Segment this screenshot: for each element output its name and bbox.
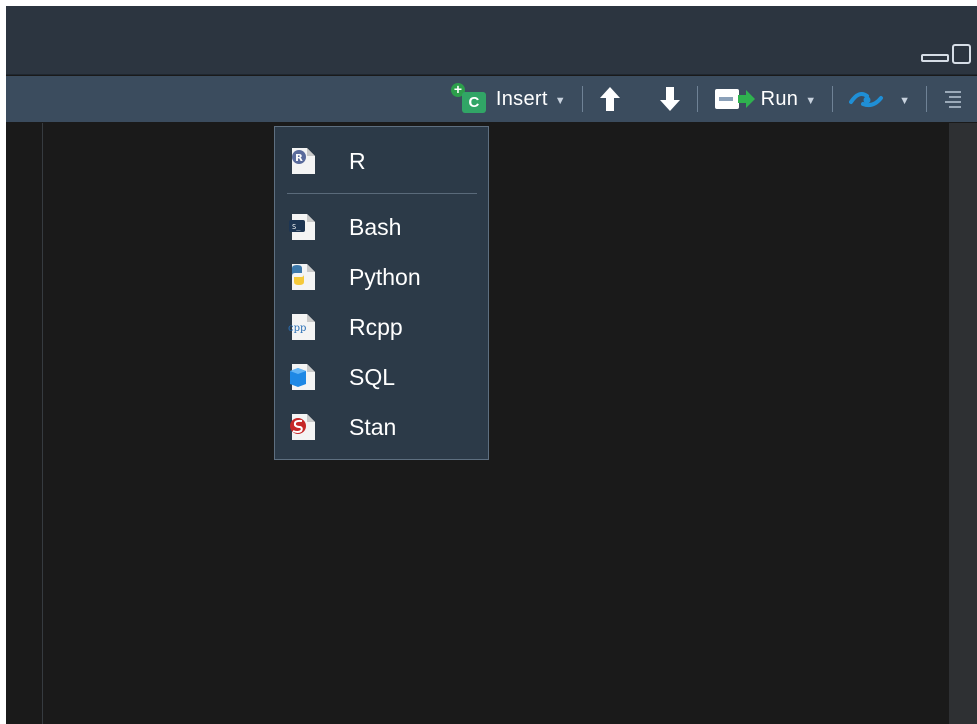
pane-header <box>6 6 977 75</box>
toolbar-separator <box>696 86 698 112</box>
publish-button[interactable]: ▼ <box>849 76 910 122</box>
menu-item-label: Rcpp <box>349 313 403 340</box>
arrow-down-icon <box>659 87 680 111</box>
publish-icon <box>849 92 884 108</box>
menu-item-python[interactable]: Python <box>275 255 488 299</box>
insert-chunk-icon: + C <box>450 82 489 115</box>
menu-item-stan[interactable]: Stan <box>275 405 488 449</box>
sql-file-icon <box>290 364 315 390</box>
toolbar-separator <box>926 86 927 112</box>
chunk-c-icon: C <box>461 92 486 113</box>
insert-label: Insert <box>495 87 548 110</box>
menu-divider <box>287 193 477 194</box>
toolbar-separator <box>581 86 583 112</box>
rstudio-source-pane: + C Insert ▼ Run ▼ ▼ R R S_ Bash Python … <box>6 6 977 724</box>
menu-item-rcpp[interactable]: cpp Rcpp <box>275 305 488 349</box>
menu-item-label: SQL <box>349 363 396 390</box>
vertical-scrollbar[interactable] <box>949 123 977 724</box>
move-down-button[interactable] <box>659 76 681 122</box>
menu-item-label: Bash <box>349 213 402 240</box>
outline-icon <box>945 91 961 108</box>
editor-toolbar: + C Insert ▼ Run ▼ ▼ <box>6 76 977 122</box>
chevron-down-icon: ▼ <box>899 94 910 107</box>
move-up-button[interactable] <box>599 76 621 122</box>
menu-item-label: R <box>349 147 366 174</box>
insert-chunk-button[interactable]: + C Insert ▼ <box>450 76 566 122</box>
outline-button[interactable] <box>943 76 963 122</box>
chevron-down-icon: ▼ <box>554 94 566 107</box>
menu-item-r[interactable]: R R <box>275 139 488 183</box>
menu-item-sql[interactable]: SQL <box>275 355 488 399</box>
insert-chunk-menu: R R S_ Bash Python cpp Rcpp SQL Stan <box>274 126 489 460</box>
svg-text:R: R <box>295 153 303 164</box>
window-controls <box>921 42 971 66</box>
stan-file-icon <box>290 414 315 440</box>
bash-file-icon: S_ <box>289 214 315 240</box>
editor-gutter-line <box>42 123 43 724</box>
minimize-pane-icon[interactable] <box>921 54 949 62</box>
svg-text:S_: S_ <box>292 223 301 231</box>
python-file-icon <box>292 264 315 290</box>
menu-item-label: Stan <box>349 413 397 440</box>
menu-item-bash[interactable]: S_ Bash <box>275 205 488 249</box>
r-file-icon: R <box>292 148 315 174</box>
run-icon <box>714 89 755 109</box>
run-label: Run <box>760 87 799 110</box>
arrow-up-icon <box>599 87 620 111</box>
rcpp-file-icon: cpp <box>288 314 315 340</box>
chevron-down-icon: ▼ <box>805 94 817 107</box>
run-button[interactable]: Run ▼ <box>714 76 816 122</box>
toolbar-separator <box>832 86 834 112</box>
svg-text:cpp: cpp <box>288 323 306 334</box>
menu-item-label: Python <box>349 263 421 290</box>
maximize-pane-icon[interactable] <box>952 44 971 64</box>
